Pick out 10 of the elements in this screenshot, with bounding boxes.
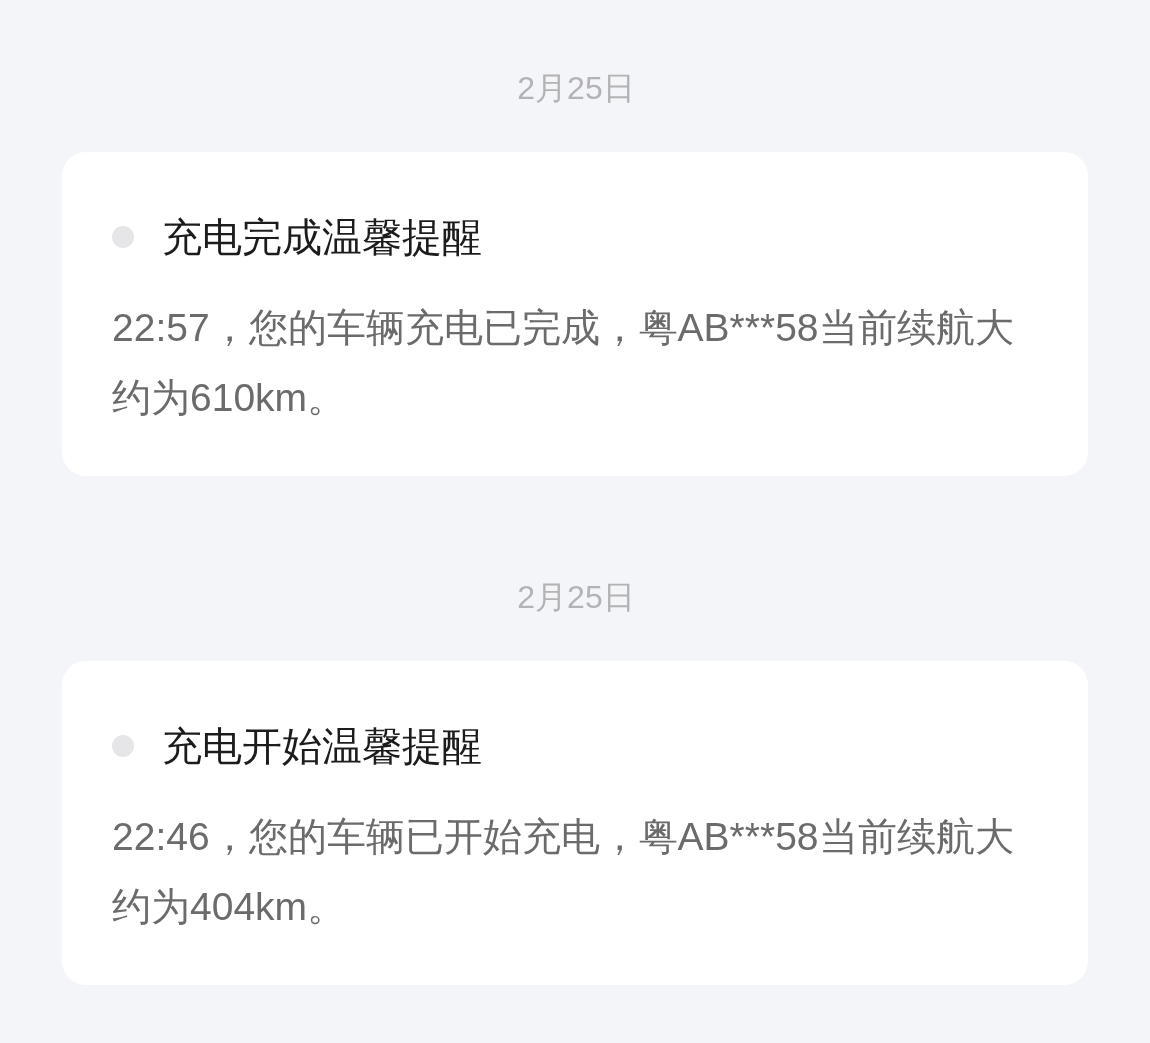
message-body: 22:57，您的车辆充电已完成，粤AB***58当前续航大约为610km。 xyxy=(112,305,1015,421)
message-body: 22:46，您的车辆已开始充电，粤AB***58当前续航大约为404km。 xyxy=(112,814,1015,930)
dot-icon xyxy=(112,735,134,757)
dot-icon xyxy=(112,226,134,248)
message-title: 充电完成温馨提醒 xyxy=(162,214,482,261)
message-title: 充电开始温馨提醒 xyxy=(162,723,482,770)
message-date: 2月25日 xyxy=(516,69,635,108)
message-card[interactable]: 充电完成温馨提醒 22:57，您的车辆充电已完成，粤AB***58当前续航大约为610km。 xyxy=(62,152,1088,476)
message-date: 2月25日 xyxy=(516,578,635,617)
message-card[interactable]: 充电开始温馨提醒 22:46，您的车辆已开始充电，粤AB***58当前续航大约为404km。 xyxy=(62,661,1088,985)
